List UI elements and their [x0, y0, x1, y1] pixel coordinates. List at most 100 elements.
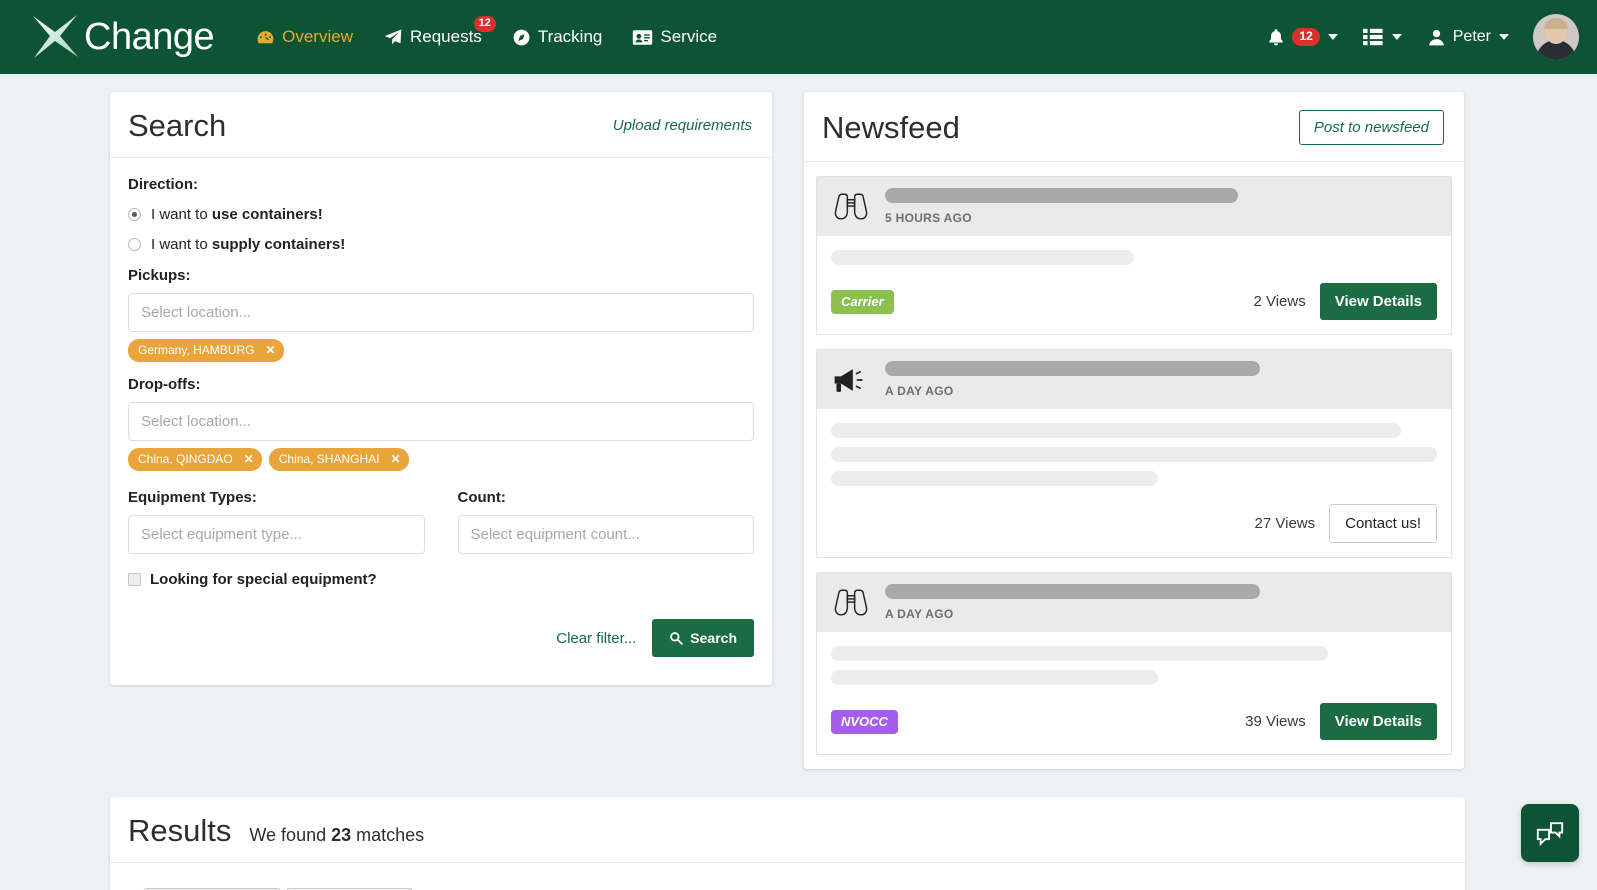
binoculars-icon — [834, 193, 868, 220]
results-header: Results We found 23 matches — [110, 797, 1465, 863]
nav-item-service[interactable]: Service — [632, 27, 717, 47]
radio-use-containers-input[interactable] — [128, 208, 141, 221]
results-subtitle: We found 23 matches — [249, 825, 425, 845]
post-body-placeholder — [831, 471, 1159, 486]
dashboard-icon — [257, 30, 274, 43]
pickup-tag[interactable]: Germany, HAMBURG ✕ — [128, 339, 284, 362]
newsfeed-list: 5 HOURS AGO Carrier 2 Views View Details — [804, 162, 1464, 769]
clear-filter-link[interactable]: Clear filter... — [556, 630, 636, 647]
post-timestamp: A DAY AGO — [885, 384, 954, 398]
x-star-icon — [33, 15, 78, 58]
pickups-group: Pickups: Select location... Germany, HAM… — [128, 267, 754, 362]
chat-widget-button[interactable] — [1521, 804, 1579, 862]
special-equipment-label: Looking for special equipment? — [150, 571, 377, 588]
avatar[interactable] — [1533, 14, 1579, 60]
status-badge: NVOCC — [831, 709, 898, 734]
dropoff-tags: China, QINGDAO ✕ China, SHANGHAI ✕ — [128, 448, 754, 471]
radio-use-containers[interactable]: I want to use containers! — [128, 206, 754, 223]
post-footer: Carrier 2 Views View Details — [817, 277, 1451, 334]
search-icon — [670, 632, 684, 645]
logo-text: Change — [84, 16, 215, 58]
special-equipment-checkbox[interactable] — [128, 573, 141, 586]
equipment-row: Equipment Types: Select equipment type..… — [128, 489, 754, 554]
nav-item-overview[interactable]: Overview — [256, 27, 353, 47]
pickup-tags: Germany, HAMBURG ✕ — [128, 339, 754, 362]
page-content: Search Upload requirements Direction: I … — [0, 74, 1597, 890]
top-bar-right-area: 12 Peter — [1266, 14, 1579, 60]
radio-supply-containers-input[interactable] — [128, 238, 141, 251]
list-item[interactable]: A DAY AGO 27 Views Contact us! — [816, 349, 1452, 558]
list-item[interactable]: A DAY AGO NVOCC 39 Views View Details — [816, 572, 1452, 755]
results-tabs: Company Filter Drop-off Filter — [110, 863, 1465, 890]
requests-badge: 12 — [473, 16, 496, 32]
chat-bubbles-icon — [1536, 821, 1564, 846]
dropoffs-input[interactable]: Select location... — [128, 402, 754, 441]
post-to-newsfeed-button[interactable]: Post to newsfeed — [1298, 110, 1444, 145]
equipment-types-group: Equipment Types: Select equipment type..… — [128, 489, 425, 554]
direction-label: Direction: — [128, 176, 199, 193]
top-navigation-bar: Change Overview Requests 12 Tracking Ser… — [0, 0, 1597, 74]
list-grid-icon — [1362, 28, 1383, 46]
close-icon[interactable]: ✕ — [390, 452, 400, 466]
view-details-button[interactable]: View Details — [1319, 703, 1437, 740]
post-body — [817, 409, 1451, 498]
close-icon[interactable]: ✕ — [244, 452, 254, 466]
apps-menu[interactable] — [1362, 27, 1402, 47]
nav-label-overview: Overview — [282, 27, 353, 46]
main-nav: Overview Requests 12 Tracking Service — [256, 16, 717, 47]
search-panel: Search Upload requirements Direction: I … — [110, 92, 772, 685]
search-button[interactable]: Search — [652, 619, 754, 657]
contact-us-button[interactable]: Contact us! — [1329, 504, 1437, 543]
page-title: Search — [128, 108, 227, 143]
list-item[interactable]: 5 HOURS AGO Carrier 2 Views View Details — [816, 176, 1452, 335]
megaphone-icon — [834, 368, 863, 392]
post-body-placeholder — [831, 447, 1437, 462]
post-header: 5 HOURS AGO — [817, 177, 1451, 236]
top-row: Search Upload requirements Direction: I … — [110, 92, 1487, 769]
count-label: Count: — [457, 489, 506, 506]
upload-requirements-link[interactable]: Upload requirements — [613, 117, 752, 134]
chevron-down-icon — [1391, 34, 1402, 40]
dropoffs-label: Drop-offs: — [128, 376, 201, 393]
app-logo[interactable]: Change — [28, 12, 215, 62]
search-panel-header: Search Upload requirements — [110, 92, 772, 158]
dropoff-tag[interactable]: China, SHANGHAI ✕ — [268, 448, 409, 471]
compass-icon — [513, 29, 530, 45]
post-views: 39 Views — [1245, 713, 1306, 730]
close-icon[interactable]: ✕ — [265, 343, 275, 357]
paper-plane-icon — [384, 29, 402, 45]
post-body-placeholder — [831, 646, 1328, 661]
bell-icon — [1269, 28, 1284, 45]
post-body — [817, 632, 1451, 697]
pickups-label: Pickups: — [128, 267, 191, 284]
pickup-tag-label: Germany, HAMBURG — [138, 343, 255, 357]
post-body-placeholder — [831, 670, 1159, 685]
equipment-types-input[interactable]: Select equipment type... — [128, 515, 425, 554]
post-header-text: A DAY AGO — [885, 361, 1437, 398]
post-body — [817, 236, 1451, 277]
post-header-text: A DAY AGO — [885, 584, 1437, 621]
dropoff-tag[interactable]: China, QINGDAO ✕ — [128, 448, 262, 471]
status-badge: Carrier — [831, 289, 894, 314]
pickups-input[interactable]: Select location... — [128, 293, 754, 332]
chevron-down-icon — [1499, 34, 1509, 40]
post-footer: NVOCC 39 Views View Details — [817, 697, 1451, 754]
nav-item-tracking[interactable]: Tracking — [512, 27, 602, 47]
post-footer: 27 Views Contact us! — [817, 498, 1451, 557]
post-body-placeholder — [831, 250, 1134, 265]
notifications-menu[interactable]: 12 — [1266, 27, 1338, 48]
user-menu[interactable]: Peter — [1426, 27, 1509, 48]
nav-item-requests[interactable]: Requests 12 — [383, 16, 496, 47]
post-header: A DAY AGO — [817, 350, 1451, 409]
chevron-down-icon — [1327, 34, 1338, 40]
count-group: Count: Select equipment count... — [457, 489, 754, 554]
user-icon — [1428, 29, 1444, 45]
view-details-button[interactable]: View Details — [1319, 283, 1437, 320]
search-form: Direction: I want to use containers! I w… — [110, 158, 772, 685]
post-header-text: 5 HOURS AGO — [885, 188, 1437, 225]
count-input[interactable]: Select equipment count... — [457, 515, 754, 554]
radio-supply-containers[interactable]: I want to supply containers! — [128, 236, 754, 253]
special-equipment-checkbox-row[interactable]: Looking for special equipment? — [128, 571, 754, 588]
post-timestamp: A DAY AGO — [885, 607, 954, 621]
post-title-placeholder — [885, 584, 1261, 599]
